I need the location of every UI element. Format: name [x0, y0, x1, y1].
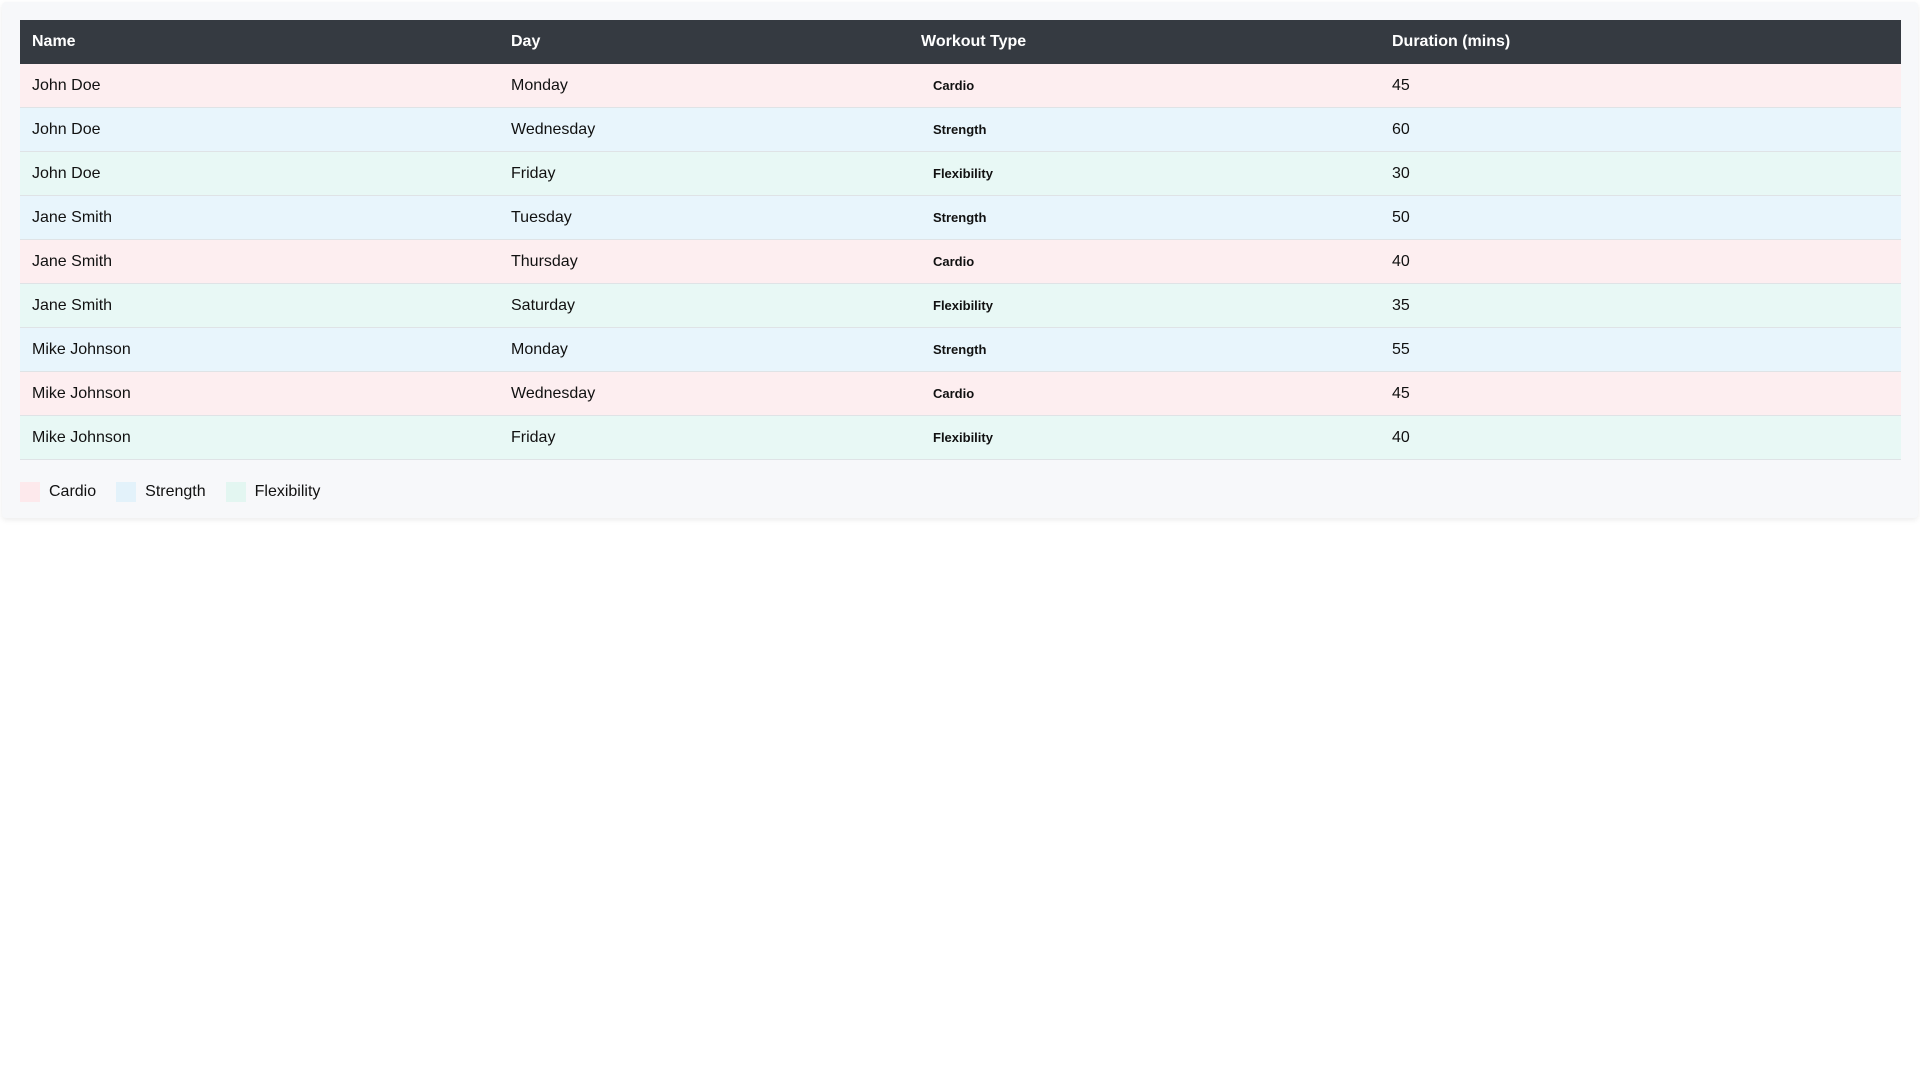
workout-type-cell: Strength: [909, 107, 1380, 152]
duration-cell: 50: [1380, 195, 1901, 240]
workout-type-cell: Cardio: [909, 64, 1380, 108]
table-row: Jane Smith Saturday Flexibility 35: [20, 283, 1901, 328]
day-cell: Monday: [499, 64, 909, 108]
workout-type-cell: Strength: [909, 195, 1380, 240]
column-header-workout-type[interactable]: Workout Type: [909, 20, 1380, 64]
workout-type-legend: Cardio Strength Flexibility: [20, 482, 340, 502]
name-cell: Jane Smith: [20, 195, 499, 240]
legend-label: Cardio: [49, 483, 97, 500]
workout-type-cell: Cardio: [909, 371, 1380, 416]
column-header-day[interactable]: Day: [499, 20, 909, 64]
duration-cell: 55: [1380, 327, 1901, 372]
table-header: Name Day Workout Type Duration (mins): [20, 20, 1901, 64]
legend-label: Flexibility: [254, 483, 321, 500]
duration-cell: 40: [1380, 415, 1901, 460]
workout-table: Name Day Workout Type Duration (mins) Jo…: [20, 20, 1901, 460]
legend-item-flexibility: Flexibility: [225, 482, 321, 502]
legend-swatch-cardio: [20, 482, 40, 502]
workout-type-cell: Cardio: [909, 239, 1380, 284]
table-row: Jane Smith Tuesday Strength 50: [20, 195, 1901, 240]
name-cell: Mike Johnson: [20, 415, 499, 460]
table-row: John Doe Monday Cardio 45: [20, 64, 1901, 108]
day-cell: Friday: [499, 415, 909, 460]
legend-swatch-flexibility: [225, 482, 246, 502]
name-cell: Mike Johnson: [20, 371, 499, 416]
column-header-name[interactable]: Name: [20, 20, 499, 64]
name-cell: Jane Smith: [20, 239, 499, 284]
workout-type-cell: Flexibility: [909, 151, 1380, 196]
duration-cell: 40: [1380, 239, 1901, 284]
table-row: John Doe Friday Flexibility 30: [20, 151, 1901, 196]
legend-item-cardio: Cardio: [20, 482, 96, 502]
table-row: Mike Johnson Monday Strength 55: [20, 327, 1901, 372]
header-row: Name Day Workout Type Duration (mins): [20, 20, 1901, 64]
workout-schedule-card: Name Day Workout Type Duration (mins) Jo…: [2, 2, 1918, 518]
name-cell: John Doe: [20, 107, 499, 152]
name-cell: John Doe: [20, 151, 499, 196]
name-cell: Jane Smith: [20, 283, 499, 328]
table-row: Jane Smith Thursday Cardio 40: [20, 239, 1901, 284]
duration-cell: 45: [1380, 64, 1901, 108]
column-header-duration[interactable]: Duration (mins): [1380, 20, 1901, 64]
duration-cell: 30: [1380, 151, 1901, 196]
table-row: John Doe Wednesday Strength 60: [20, 107, 1901, 152]
day-cell: Monday: [499, 327, 909, 372]
day-cell: Wednesday: [499, 107, 909, 152]
workout-type-cell: Flexibility: [909, 415, 1380, 460]
workout-type-cell: Strength: [909, 327, 1380, 372]
day-cell: Wednesday: [499, 371, 909, 416]
day-cell: Tuesday: [499, 195, 909, 240]
table-body: John Doe Monday Cardio 45 John Doe Wedne…: [20, 64, 1901, 460]
day-cell: Saturday: [499, 283, 909, 328]
day-cell: Thursday: [499, 239, 909, 284]
duration-cell: 60: [1380, 107, 1901, 152]
workout-type-cell: Flexibility: [909, 283, 1380, 328]
legend-label: Strength: [145, 483, 206, 500]
name-cell: Mike Johnson: [20, 327, 499, 372]
table-row: Mike Johnson Friday Flexibility 40: [20, 415, 1901, 460]
day-cell: Friday: [499, 151, 909, 196]
name-cell: John Doe: [20, 64, 499, 108]
table-row: Mike Johnson Wednesday Cardio 45: [20, 371, 1901, 416]
duration-cell: 45: [1380, 371, 1901, 416]
duration-cell: 35: [1380, 283, 1901, 328]
legend-swatch-strength: [116, 482, 137, 502]
legend-item-strength: Strength: [116, 482, 206, 502]
